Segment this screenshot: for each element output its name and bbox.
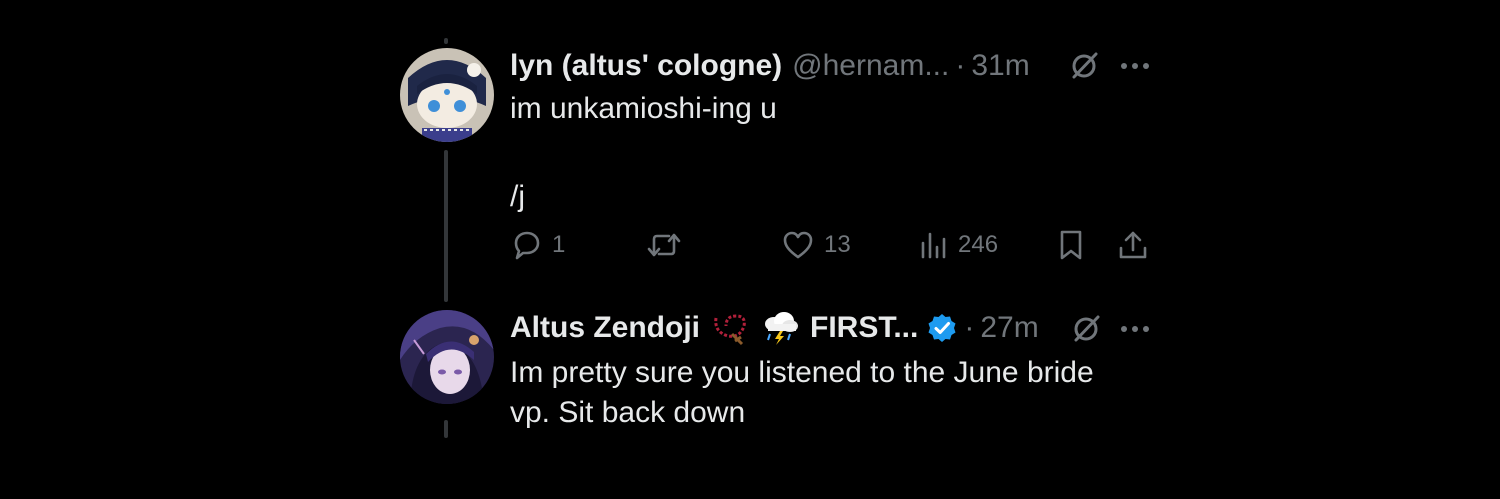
- thread-line-bottom: [444, 420, 448, 438]
- more-icon[interactable]: [1118, 319, 1152, 339]
- grok-icon[interactable]: [1070, 50, 1100, 80]
- thread-line-top: [444, 38, 448, 44]
- post-header: lyn (altus' cologne) @hernam... · 31m: [510, 46, 1030, 86]
- views-count: 246: [958, 231, 999, 258]
- reply-icon: [512, 230, 542, 260]
- more-icon[interactable]: [1118, 56, 1152, 76]
- post-text-line: vp. Sit back down: [510, 396, 746, 429]
- like-count: 13: [824, 231, 851, 258]
- post-text-line: /j: [510, 180, 525, 213]
- reply-count: 1: [552, 231, 566, 258]
- share-icon: [1118, 229, 1148, 261]
- grok-icon[interactable]: [1072, 313, 1102, 343]
- display-name[interactable]: lyn (altus' cologne): [510, 49, 782, 83]
- like-button[interactable]: 13: [782, 228, 851, 262]
- repost-icon: [645, 230, 683, 260]
- separator-dot: ·: [964, 311, 975, 344]
- avatar[interactable]: [400, 48, 494, 142]
- timestamp[interactable]: 27m: [980, 311, 1038, 345]
- views-button[interactable]: 246: [918, 228, 998, 262]
- timestamp[interactable]: 31m: [971, 49, 1029, 83]
- post-header: Altus Zendoji FIRST... · 27m: [510, 308, 1039, 348]
- cloud-with-lightning-and-rain-emoji: [760, 310, 800, 346]
- bookmark-icon: [1058, 229, 1084, 261]
- heart-icon: [782, 230, 814, 260]
- post-text-line: Im pretty sure you listened to the June …: [510, 356, 1094, 389]
- handle[interactable]: @hernam...: [792, 49, 949, 83]
- rosary-emoji: [710, 310, 750, 346]
- bookmark-button[interactable]: [1058, 228, 1084, 262]
- thread-line-middle: [444, 150, 448, 302]
- views-icon: [918, 230, 948, 260]
- display-name-suffix[interactable]: FIRST...: [810, 311, 918, 345]
- avatar[interactable]: [400, 310, 494, 404]
- separator-dot: ·: [955, 49, 966, 82]
- post-text-line: im unkamioshi-ing u: [510, 92, 777, 125]
- repost-button[interactable]: [645, 228, 683, 262]
- reply-button[interactable]: 1: [512, 228, 565, 262]
- display-name[interactable]: Altus Zendoji: [510, 311, 700, 345]
- share-button[interactable]: [1118, 228, 1148, 262]
- verified-badge-icon: [926, 312, 958, 344]
